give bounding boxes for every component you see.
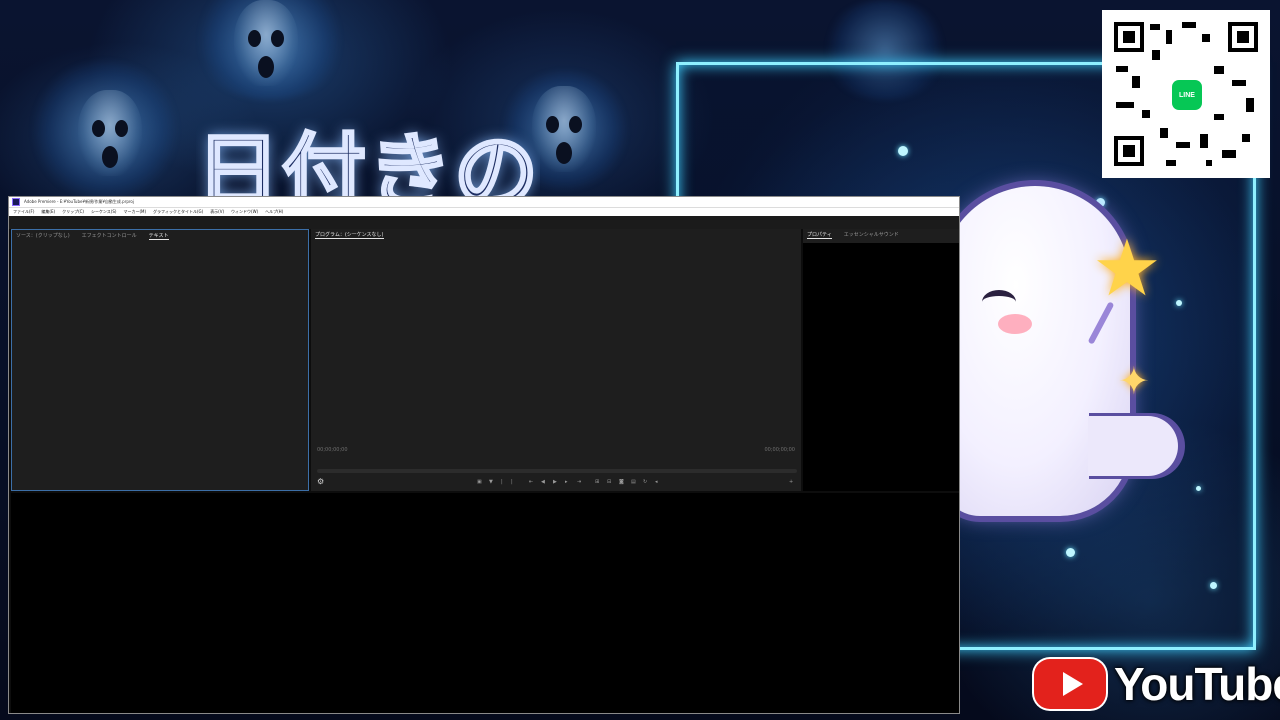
- duration-timecode: 00;00;00;00: [764, 447, 795, 453]
- step-forward-icon[interactable]: ▸: [565, 477, 568, 487]
- menu-view[interactable]: 表示(V): [210, 209, 224, 215]
- window-title: Adobe Premiere - E:¥YouTube¥新規/作業¥自動生成.p…: [24, 199, 134, 204]
- youtube-logo: YouTube: [1034, 656, 1280, 712]
- youtube-play-icon: [1034, 659, 1106, 709]
- program-scrub-bar[interactable]: [317, 469, 797, 473]
- go-to-out-icon[interactable]: ⇥: [577, 477, 581, 487]
- tab-program[interactable]: プログラム：(シーケンスなし): [315, 231, 384, 239]
- camera-icon[interactable]: ◙: [619, 477, 624, 487]
- properties-panel-header: プロパティ エッセンシャルサウンド: [803, 229, 959, 243]
- lock-icon[interactable]: ▣: [477, 477, 482, 487]
- mark-in-icon[interactable]: |: [501, 477, 503, 487]
- menu-graphics[interactable]: グラフィックとタイトル(G): [153, 209, 203, 215]
- tab-properties[interactable]: プロパティ: [807, 231, 832, 239]
- tab-source[interactable]: ソース：(クリップなし): [16, 232, 70, 240]
- step-back-icon[interactable]: ◀: [541, 477, 545, 487]
- menu-sequence[interactable]: シーケンス(S): [91, 209, 116, 215]
- playhead-timecode[interactable]: 00;00;00;00: [317, 447, 348, 453]
- tab-effect-controls[interactable]: エフェクトコントロール: [82, 232, 137, 240]
- star-dot: [1196, 486, 1201, 491]
- line-logo-icon: LINE: [1172, 80, 1202, 110]
- premiere-window: Adobe Premiere - E:¥YouTube¥新規/作業¥自動生成.p…: [8, 196, 960, 714]
- star-dot: [1066, 548, 1075, 557]
- tab-essential-sound[interactable]: エッセンシャルサウンド: [844, 231, 899, 239]
- source-panel-tabs: ソース：(クリップなし) エフェクトコントロール テキスト: [16, 232, 169, 240]
- thumbnail-title: 日付きの: [196, 122, 541, 199]
- loop-icon[interactable]: ↻: [643, 477, 647, 487]
- play-icon[interactable]: ▶: [553, 477, 557, 487]
- properties-panel-tabs: プロパティ エッセンシャルサウンド: [807, 231, 899, 239]
- insert-icon[interactable]: ⊞: [595, 477, 599, 487]
- source-panel[interactable]: ソース：(クリップなし) エフェクトコントロール テキスト: [11, 229, 309, 491]
- workspace-bar: [9, 216, 959, 229]
- wand-star-icon: ★: [1092, 224, 1162, 314]
- marker-icon[interactable]: ▼: [489, 477, 493, 487]
- line-qr-code: LINE: [1102, 10, 1270, 178]
- menu-help[interactable]: ヘルプ(H): [265, 209, 283, 215]
- audio-icon[interactable]: ◂: [655, 477, 658, 487]
- compare-icon[interactable]: ▤: [631, 477, 636, 487]
- program-panel-tabs: プログラム：(シーケンスなし): [315, 231, 384, 239]
- ghost-face-decoration: [234, 0, 298, 86]
- program-monitor-panel[interactable]: プログラム：(シーケンスなし) 00;00;00;00 00;00;00;00 …: [311, 229, 801, 491]
- go-to-in-icon[interactable]: ⇤: [529, 477, 533, 487]
- mark-out-icon[interactable]: |: [511, 477, 513, 487]
- star-dot: [1176, 300, 1182, 306]
- youtube-wordmark: YouTube: [1114, 658, 1280, 710]
- menu-marker[interactable]: マーカー(M): [123, 209, 146, 215]
- properties-panel[interactable]: プロパティ エッセンシャルサウンド: [803, 229, 959, 491]
- transport-controls: ▣ ▼ | | ⇤ ◀ ▶ ▸ ⇥ ⊞ ⊟ ◙ ▤ ↻ ◂ +: [311, 477, 801, 487]
- timeline-panel[interactable]: [11, 493, 959, 713]
- add-button-icon[interactable]: +: [789, 477, 793, 487]
- menu-clip[interactable]: クリップ(C): [62, 209, 84, 215]
- sparkle-icon: ✦: [1118, 359, 1150, 403]
- tab-text[interactable]: テキスト: [148, 232, 169, 240]
- star-dot: [1096, 198, 1105, 207]
- star-dot: [1210, 582, 1217, 589]
- ghost-face-decoration: [78, 90, 142, 176]
- menu-bar: ファイル(F) 編集(E) クリップ(C) シーケンス(S) マーカー(M) グ…: [9, 208, 959, 216]
- premiere-app-icon: [12, 198, 20, 206]
- menu-edit[interactable]: 編集(E): [41, 209, 55, 215]
- menu-window[interactable]: ウィンドウ(W): [231, 209, 258, 215]
- window-titlebar[interactable]: Adobe Premiere - E:¥YouTube¥新規/作業¥自動生成.p…: [9, 197, 959, 208]
- overwrite-icon[interactable]: ⊟: [607, 477, 611, 487]
- star-dot: [898, 146, 908, 156]
- ghost-face-decoration: [532, 86, 596, 172]
- menu-file[interactable]: ファイル(F): [13, 209, 34, 215]
